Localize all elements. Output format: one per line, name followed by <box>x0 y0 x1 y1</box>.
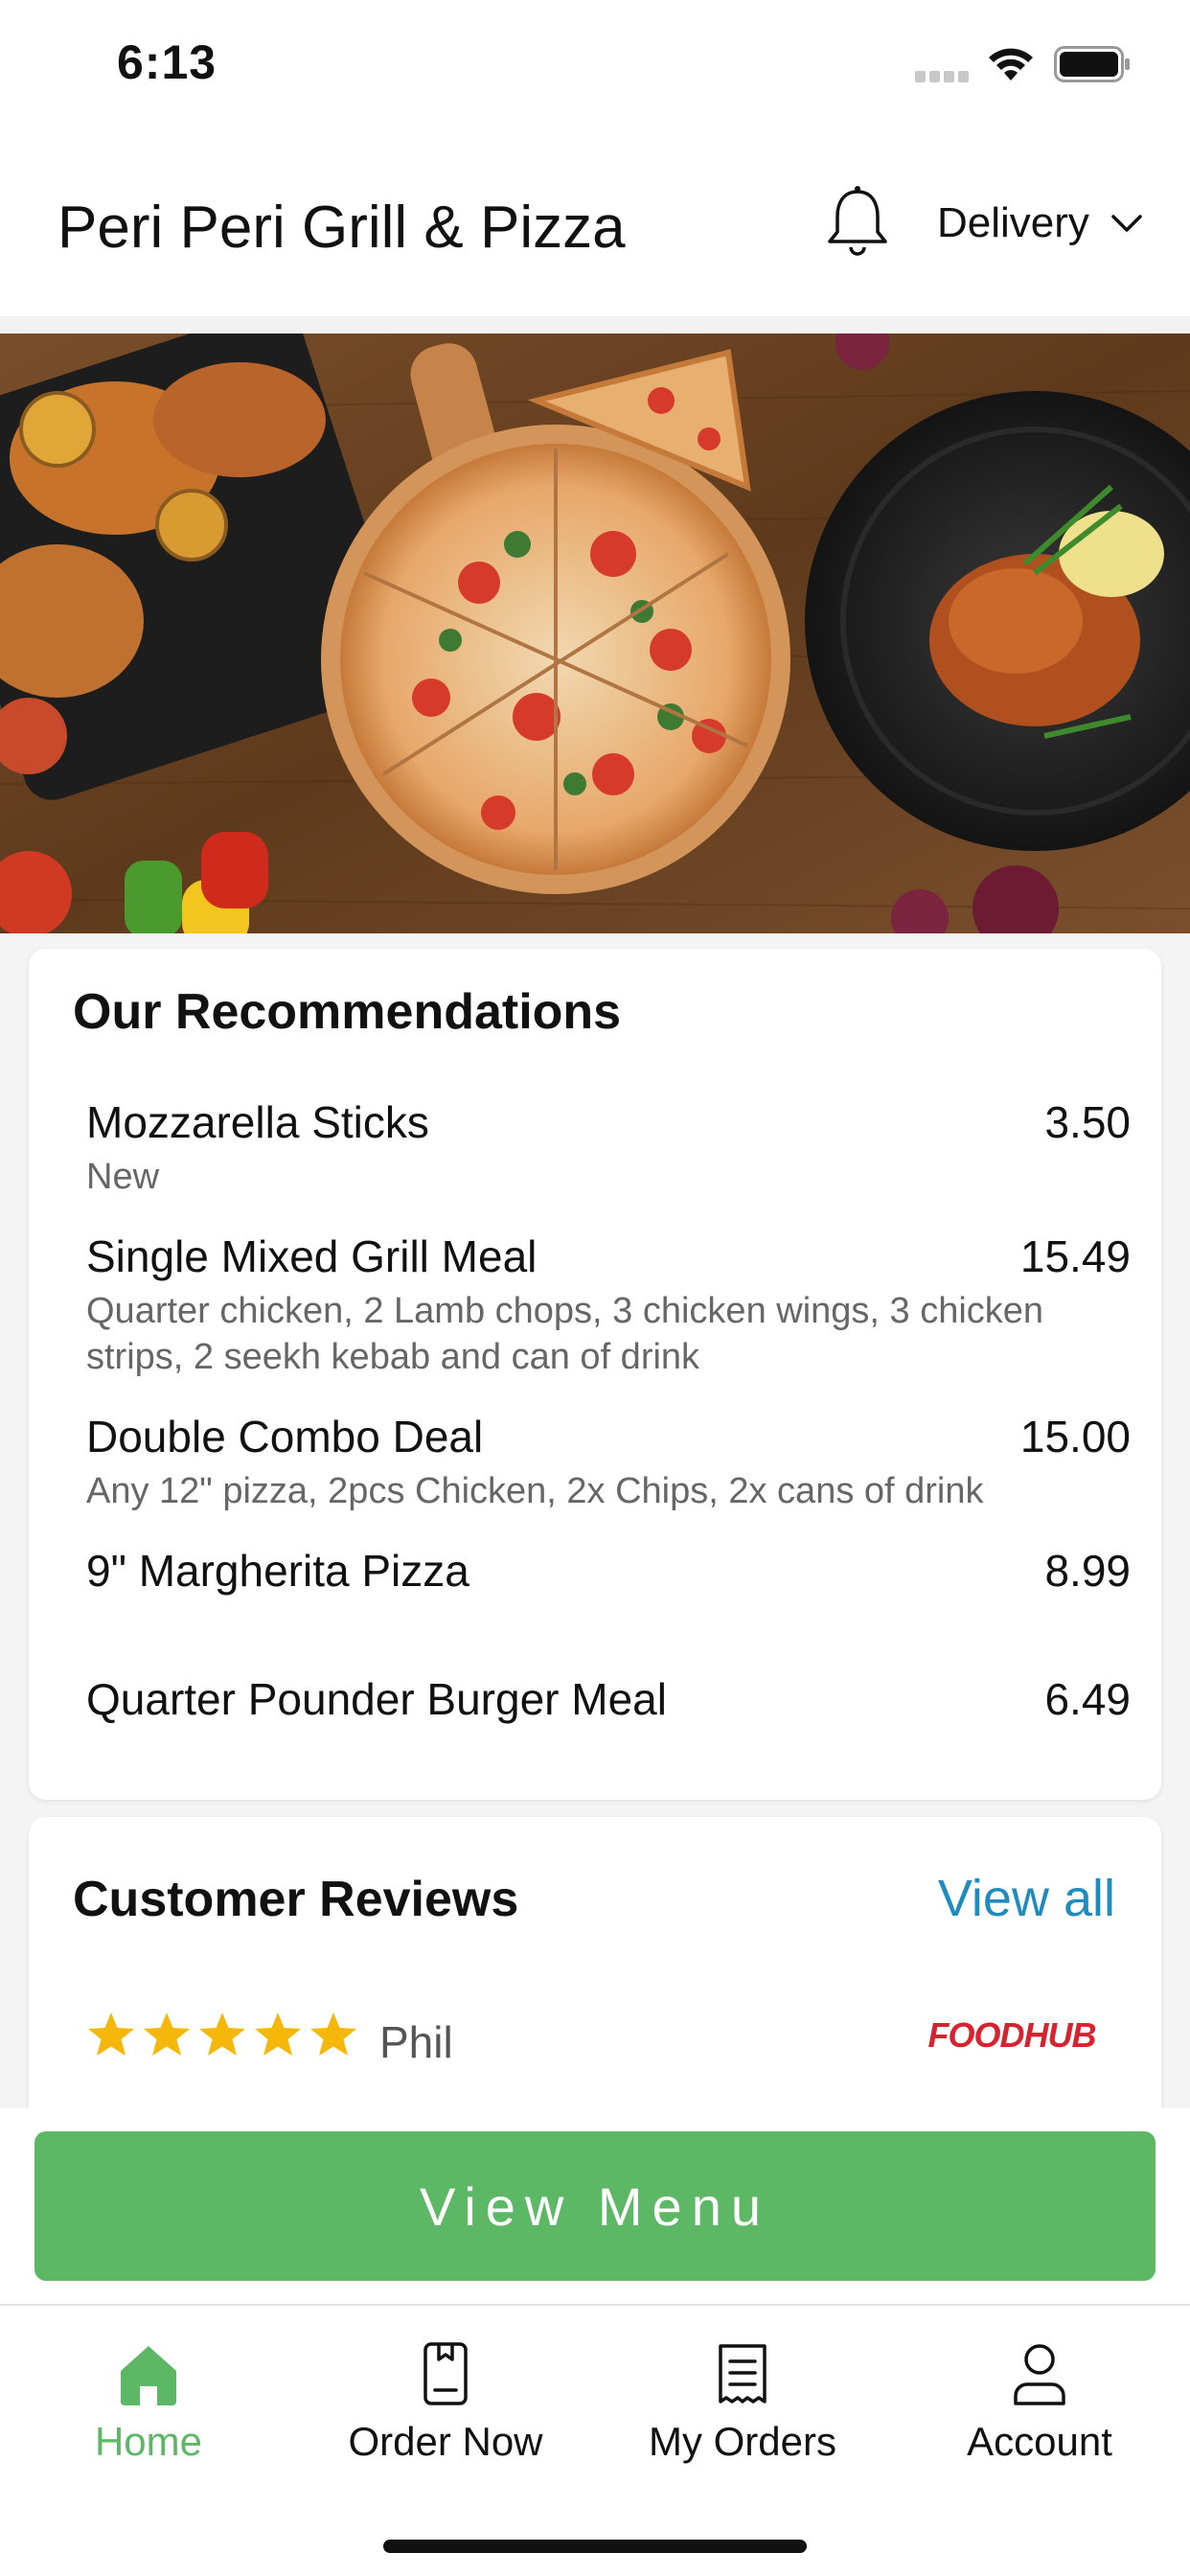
tab-my-orders-label: My Orders <box>648 2419 836 2464</box>
recommendation-item[interactable]: Mozzarella Sticks 3.50 New <box>86 1096 1131 1200</box>
cellular-signal-icon <box>915 71 971 82</box>
item-name: Single Mixed Grill Meal <box>86 1231 538 1281</box>
svg-text:FOODHUB: FOODHUB <box>928 2015 1096 2055</box>
tab-home-label: Home <box>94 2419 203 2464</box>
tab-account[interactable]: Account <box>891 2338 1188 2492</box>
item-name: Mozzarella Sticks <box>86 1097 429 1147</box>
recommendation-item[interactable]: Double Combo Deal 15.00 Any 12" pizza, 2… <box>86 1411 1131 1514</box>
wifi-icon <box>989 48 1033 80</box>
reviews-title: Customer Reviews <box>73 1872 519 1927</box>
tab-order-now-label: Order Now <box>348 2419 543 2464</box>
header-divider <box>0 316 1190 334</box>
review-rating <box>86 2011 358 2058</box>
home-indicator[interactable] <box>383 2540 807 2553</box>
notification-bell-icon[interactable] <box>824 184 891 261</box>
status-bar: 6:13 <box>0 0 1190 125</box>
tab-home[interactable]: Home <box>0 2338 297 2492</box>
item-price: 6.49 <box>1044 1674 1131 1724</box>
item-name: 9" Margherita Pizza <box>86 1546 469 1596</box>
item-price: 15.49 <box>1019 1231 1131 1281</box>
customer-reviews-card: Customer Reviews View all Phil FOODHUB <box>29 1817 1161 2124</box>
user-icon <box>1014 2344 1065 2405</box>
item-description: Any 12" pizza, 2pcs Chicken, 2x Chips, 2… <box>86 1471 984 1511</box>
item-price: 3.50 <box>1044 1097 1131 1147</box>
star-icon <box>144 2012 190 2056</box>
star-icon <box>310 2012 356 2056</box>
tab-bar-divider <box>0 2304 1190 2306</box>
battery-icon <box>1054 46 1130 82</box>
item-price: 8.99 <box>1044 1546 1131 1596</box>
recommendation-item[interactable]: 9" Margherita Pizza 8.99 <box>86 1545 1131 1597</box>
item-description: Quarter chicken, 2 Lamb chops, 3 chicken… <box>86 1291 1044 1377</box>
item-price: 15.00 <box>1019 1412 1131 1461</box>
item-name: Double Combo Deal <box>86 1412 484 1461</box>
view-all-reviews-link[interactable]: View all <box>938 1869 1115 1928</box>
delivery-mode-label: Delivery <box>937 199 1089 246</box>
tab-account-label: Account <box>967 2419 1112 2464</box>
reviewer-name: Phil <box>379 2017 453 2067</box>
home-icon <box>121 2346 176 2405</box>
tab-my-orders[interactable]: My Orders <box>594 2338 891 2492</box>
star-icon <box>88 2012 134 2056</box>
order-icon <box>423 2342 468 2405</box>
restaurant-hero-image <box>0 334 1190 933</box>
foodhub-logo: FOODHUB <box>928 2015 1097 2055</box>
recommendations-card: Our Recommendations Mozzarella Sticks 3.… <box>29 949 1161 1800</box>
star-icon <box>199 2012 245 2056</box>
receipt-icon <box>719 2344 767 2404</box>
recommendations-title: Our Recommendations <box>73 984 622 1040</box>
tab-order-now[interactable]: Order Now <box>297 2338 594 2492</box>
app-header: Peri Peri Grill & Pizza Delivery <box>0 125 1190 316</box>
star-icon <box>255 2012 301 2056</box>
restaurant-title: Peri Peri Grill & Pizza <box>57 195 626 261</box>
item-name: Quarter Pounder Burger Meal <box>86 1674 667 1724</box>
status-time: 6:13 <box>117 35 217 89</box>
chevron-down-icon <box>1111 215 1142 232</box>
recommendation-item[interactable]: Quarter Pounder Burger Meal 6.49 <box>86 1673 1131 1725</box>
delivery-mode-selector[interactable]: Delivery <box>937 199 1143 247</box>
item-description: New <box>86 1157 160 1197</box>
view-menu-button[interactable]: View Menu <box>34 2131 1156 2281</box>
recommendation-item[interactable]: Single Mixed Grill Meal 15.49 Quarter ch… <box>86 1230 1131 1380</box>
